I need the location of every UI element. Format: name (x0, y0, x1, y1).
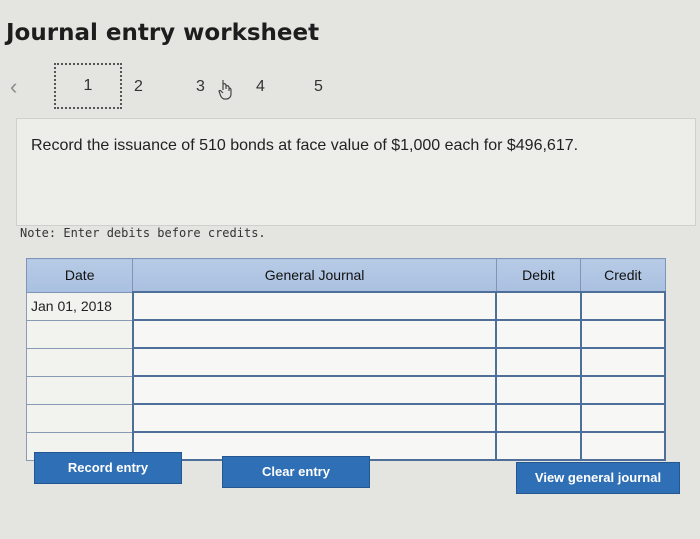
view-general-journal-button[interactable]: View general journal (516, 462, 680, 494)
table-header-row: Date General Journal Debit Credit (25, 258, 666, 293)
credit-input[interactable] (579, 319, 667, 349)
account-input[interactable] (131, 291, 498, 321)
journal-table: Date General Journal Debit Credit Jan 01… (25, 258, 667, 461)
date-cell[interactable]: Jan 01, 2018 (25, 291, 134, 321)
credit-input[interactable] (579, 375, 667, 405)
credit-input[interactable] (579, 291, 667, 321)
column-header-general-journal: General Journal (132, 258, 497, 293)
clear-entry-button[interactable]: Clear entry (222, 456, 370, 488)
debit-input[interactable] (495, 291, 582, 321)
step-4[interactable]: 4 (256, 78, 265, 96)
date-cell[interactable] (25, 319, 134, 349)
step-2[interactable]: 2 (134, 78, 143, 96)
account-input[interactable] (131, 347, 498, 377)
record-entry-button[interactable]: Record entry (34, 452, 182, 484)
table-row: Jan 01, 2018 (25, 291, 667, 321)
debit-input[interactable] (495, 319, 582, 349)
column-header-credit: Credit (580, 258, 666, 293)
column-header-debit: Debit (495, 258, 582, 293)
step-pager: ‹ 1 2 3 4 5 (10, 63, 410, 116)
step-3[interactable]: 3 (196, 78, 205, 96)
date-cell[interactable] (25, 375, 134, 405)
date-cell[interactable] (25, 347, 134, 377)
table-row (25, 375, 667, 405)
account-input[interactable] (131, 403, 498, 433)
step-1[interactable]: 1 (54, 63, 122, 109)
account-input[interactable] (131, 375, 498, 405)
table-row (25, 403, 667, 433)
credit-input[interactable] (579, 403, 667, 433)
credit-input[interactable] (579, 347, 667, 377)
debit-input[interactable] (495, 375, 582, 405)
question-panel: Record the issuance of 510 bonds at face… (16, 118, 696, 226)
credit-input[interactable] (579, 431, 667, 461)
table-row (25, 319, 667, 349)
step-5[interactable]: 5 (314, 78, 323, 96)
hand-pointer-icon (218, 78, 232, 105)
page-title: Journal entry worksheet (6, 20, 320, 46)
question-text: Record the issuance of 510 bonds at face… (31, 137, 579, 154)
chevron-left-icon[interactable]: ‹ (10, 74, 17, 100)
debit-input[interactable] (495, 347, 582, 377)
account-input[interactable] (131, 319, 498, 349)
column-header-date: Date (25, 258, 134, 293)
debit-input[interactable] (495, 431, 582, 461)
debit-input[interactable] (495, 403, 582, 433)
date-cell[interactable] (25, 403, 134, 433)
note-text: Note: Enter debits before credits. (20, 226, 266, 240)
table-row (25, 347, 667, 377)
